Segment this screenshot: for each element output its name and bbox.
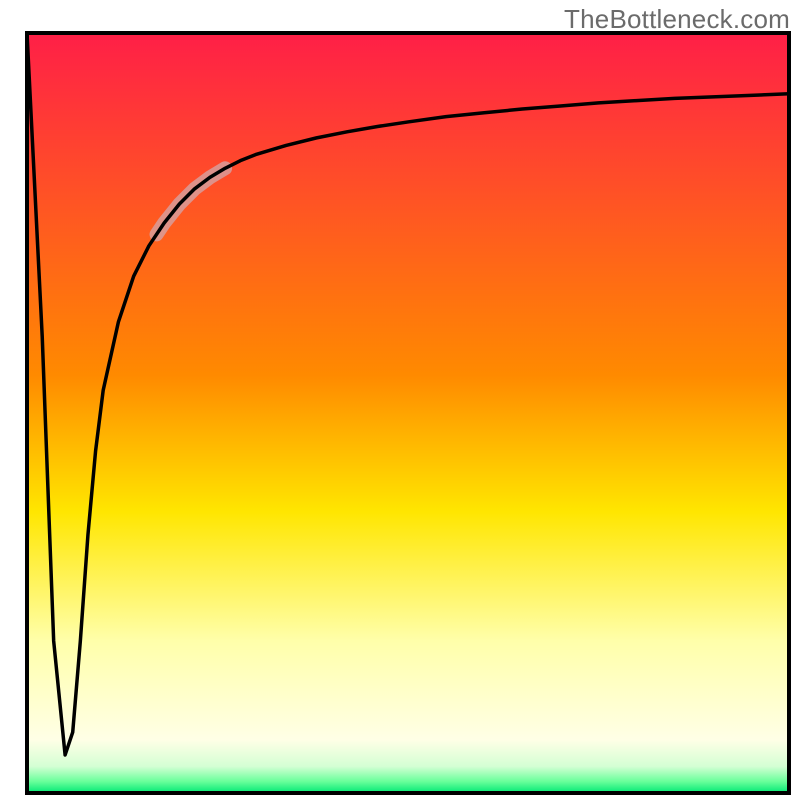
bottleneck-chart <box>0 0 800 800</box>
plot-background-gradient <box>27 33 789 793</box>
